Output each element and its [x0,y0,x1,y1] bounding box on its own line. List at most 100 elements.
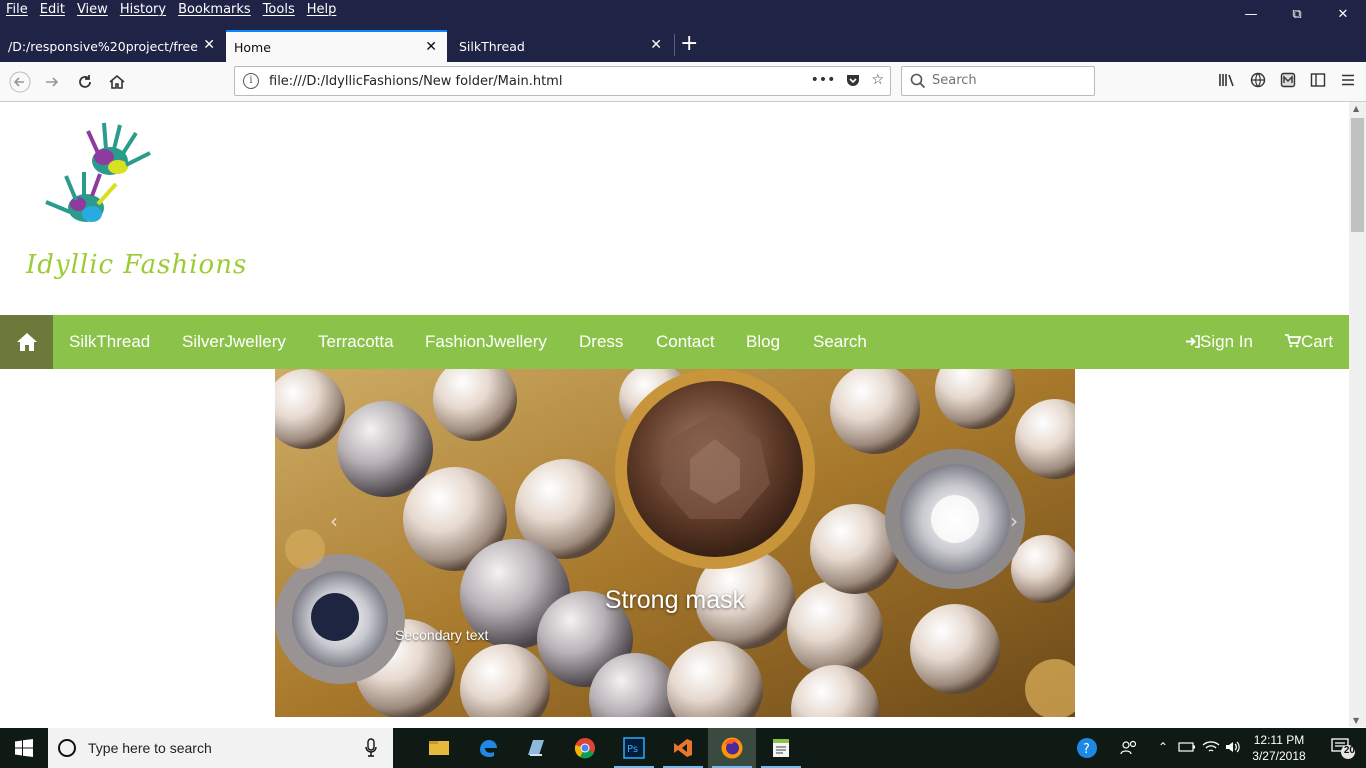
tab-silkthread[interactable]: SilkThread ✕ [451,30,672,62]
menu-edit[interactable]: Edit [40,2,65,17]
back-button[interactable] [6,68,34,96]
new-tab-button[interactable]: + [680,30,698,58]
menu-tools[interactable]: Tools [263,2,295,17]
chrome-icon[interactable] [561,728,609,768]
web-page: Idyllic Fashions SilkThread SilverJwelle… [0,102,1349,727]
logo-text: Idyllic Fashions [26,250,248,280]
extension-icon[interactable] [1280,72,1296,92]
carousel-caption-subtext: Secondary text [395,627,489,643]
tab-separator [674,34,675,56]
sign-in-link[interactable]: Sign In [1185,332,1253,352]
cortana-icon [58,739,76,757]
navigation-toolbar: i file:///D:/IdyllicFashions/New folder/… [0,62,1366,102]
task-view-icon[interactable] [415,728,463,768]
notepad-app-icon[interactable] [757,728,805,768]
search-input[interactable] [932,73,1082,88]
nav-search[interactable]: Search [813,332,867,352]
tab-title: SilkThread [459,38,525,54]
sign-in-icon [1186,335,1200,348]
menu-bookmarks[interactable]: Bookmarks [178,2,251,17]
carousel-next-icon[interactable]: › [1010,509,1018,533]
people-icon[interactable] [1120,739,1138,760]
sidebar-icon[interactable] [1310,72,1326,92]
system-tray: ? ⌃ 12:11 PM 3/27/2018 20 [1066,728,1366,768]
home-icon [16,333,37,351]
tab-home[interactable]: Home ✕ [226,30,447,62]
close-icon[interactable]: ✕ [650,37,662,53]
url-text[interactable]: file:///D:/IdyllicFashions/New folder/Ma… [269,74,562,89]
action-center-icon[interactable]: 20 [1330,736,1356,763]
menu-history[interactable]: History [120,2,166,17]
pocket-icon[interactable] [845,72,861,92]
forward-button[interactable] [38,68,66,96]
back-arrow-icon [9,71,31,93]
page-scrollbar[interactable]: ▲ ▼ [1349,102,1366,727]
visual-studio-icon[interactable] [659,728,707,768]
edge-browser-icon[interactable] [464,728,512,768]
nav-contact[interactable]: Contact [656,332,715,352]
globe-icon[interactable] [1250,72,1266,92]
microphone-icon [365,738,377,757]
nav-blog[interactable]: Blog [746,332,780,352]
scroll-down-icon[interactable]: ▼ [1353,716,1359,725]
tab-project[interactable]: /D:/responsive%20project/free%20c ✕ [0,30,225,62]
reload-icon [79,75,91,88]
app-icon-pad[interactable] [512,728,560,768]
forward-arrow-icon [46,77,59,87]
bookmark-star-icon[interactable]: ☆ [871,72,884,92]
menu-view[interactable]: View [77,2,108,17]
home-button[interactable] [103,68,131,96]
close-icon[interactable]: ✕ [203,37,215,53]
scrollbar-thumb[interactable] [1351,118,1364,232]
tab-title: /D:/responsive%20project/free%20c [8,38,198,54]
page-actions-icon[interactable]: ••• [811,72,836,92]
tab-title: Home [234,39,271,55]
battery-icon[interactable] [1178,740,1196,757]
windows-taskbar: Type here to search Ps ? ⌃ 12:11 PM 3/27… [0,728,1366,768]
search-box[interactable] [901,66,1095,96]
notification-count: 20 [1343,745,1355,756]
wifi-icon[interactable] [1202,739,1220,758]
site-home-button[interactable] [0,315,53,369]
cart-label: Cart [1301,332,1334,351]
firefox-icon[interactable] [708,728,756,768]
svg-text:Ps: Ps [627,744,638,755]
url-bar[interactable]: i file:///D:/IdyllicFashions/New folder/… [234,66,891,96]
nav-silkthread[interactable]: SilkThread [69,332,150,352]
carousel-caption-title: Strong mask [604,586,746,614]
nav-terracotta[interactable]: Terracotta [318,332,394,352]
taskbar-search[interactable]: Type here to search [48,728,393,768]
site-nav-bar: SilkThread SilverJwellery Terracotta Fas… [0,315,1349,369]
menu-hamburger-icon[interactable] [1340,72,1356,92]
search-icon [910,73,926,89]
menu-help[interactable]: Help [307,2,337,17]
cart-link[interactable]: Cart [1285,332,1333,352]
clock-date: 3/27/2018 [1252,749,1306,763]
library-icon[interactable] [1218,72,1236,92]
nav-dress[interactable]: Dress [579,332,623,352]
menu-bar: File Edit View History Bookmarks Tools H… [0,0,1366,22]
nav-silverjwellery[interactable]: SilverJwellery [182,332,286,352]
info-icon[interactable]: i [243,73,259,89]
reload-button[interactable] [71,68,99,96]
windows-logo-icon [15,739,33,757]
jewellery-pearls-image [275,369,1075,717]
scroll-up-icon[interactable]: ▲ [1353,104,1359,113]
menu-file[interactable]: File [6,2,28,17]
sign-in-label: Sign In [1200,332,1253,351]
system-clock[interactable]: 12:11 PM 3/27/2018 [1244,732,1314,764]
photoshop-icon[interactable]: Ps [610,728,658,768]
cart-icon [1285,334,1302,348]
home-icon [109,74,125,89]
handprint-logo-icon [45,122,151,222]
start-button[interactable] [0,728,48,768]
clock-time: 12:11 PM [1253,733,1305,747]
show-hidden-icons-icon[interactable]: ⌃ [1158,740,1168,754]
volume-icon[interactable] [1224,739,1242,758]
nav-fashionjwellery[interactable]: FashionJwellery [425,332,547,352]
close-icon[interactable]: ✕ [425,39,437,55]
carousel-prev-icon[interactable]: ‹ [330,509,338,533]
help-icon[interactable]: ? [1076,737,1098,762]
taskbar-search-placeholder: Type here to search [88,740,212,756]
image-carousel[interactable]: ‹ › Strong mask Secondary text [275,369,1075,717]
